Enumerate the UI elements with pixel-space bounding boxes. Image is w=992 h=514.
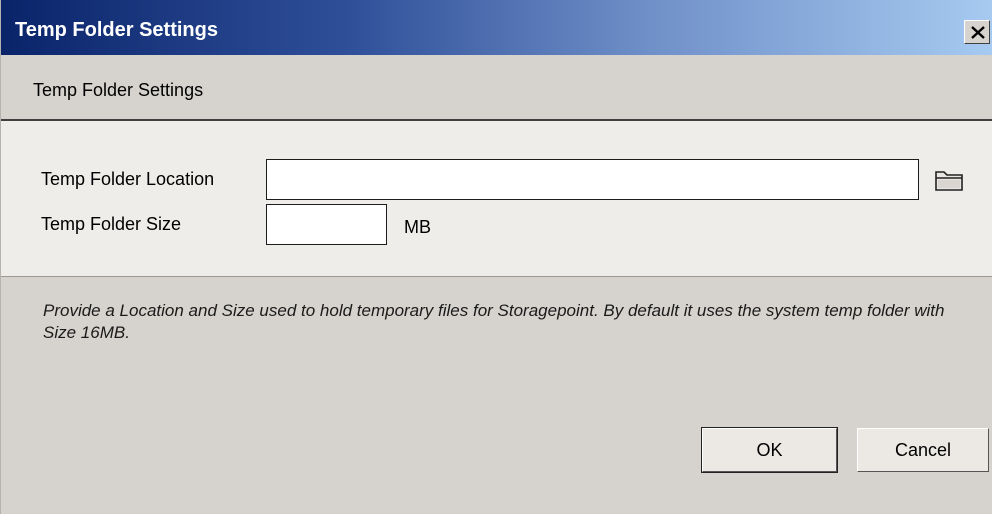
dialog-window: Temp Folder Settings Temp Folder Setting… bbox=[0, 0, 992, 514]
window-title: Temp Folder Settings bbox=[15, 19, 218, 41]
folder-icon bbox=[935, 171, 963, 191]
size-unit-label: MB bbox=[404, 217, 431, 237]
settings-form: Temp Folder Location Temp Folder Size MB bbox=[1, 121, 992, 277]
ok-button[interactable]: OK bbox=[701, 427, 838, 473]
temp-folder-size-input[interactable] bbox=[266, 204, 387, 245]
description-text: Provide a Location and Size used to hold… bbox=[43, 301, 945, 342]
cancel-button[interactable]: Cancel bbox=[857, 428, 989, 472]
temp-folder-size-label: Temp Folder Size bbox=[41, 214, 182, 234]
title-bar[interactable]: Temp Folder Settings bbox=[1, 0, 992, 55]
header-title: Temp Folder Settings bbox=[33, 80, 204, 100]
close-button[interactable] bbox=[964, 20, 990, 44]
temp-folder-location-label: Temp Folder Location bbox=[41, 169, 215, 189]
browse-folder-button[interactable] bbox=[932, 166, 966, 194]
close-icon bbox=[971, 26, 985, 39]
header-panel: Temp Folder Settings bbox=[1, 55, 992, 121]
description-panel: Provide a Location and Size used to hold… bbox=[1, 277, 992, 514]
temp-folder-location-input[interactable] bbox=[266, 159, 919, 200]
